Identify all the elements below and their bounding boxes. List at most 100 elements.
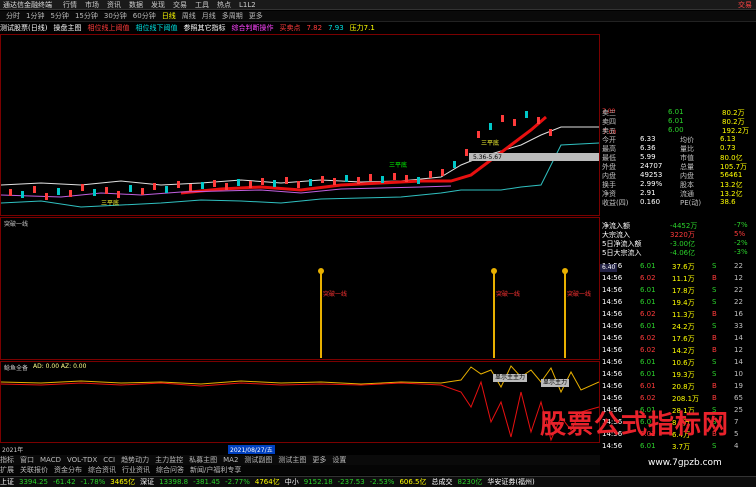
tick-volume: 11.3万 [672, 311, 695, 319]
menu-item[interactable]: 工具 [195, 0, 209, 10]
stat-value: 24707 [640, 162, 663, 170]
indicator-tab[interactable]: VOL-TDX [67, 456, 97, 464]
extension-tab[interactable]: 关联报价 [20, 465, 48, 475]
indicator-tab[interactable]: 测试副图 [244, 455, 272, 465]
tick-flag: B [712, 394, 717, 402]
main-chart[interactable]: 5.36-5.67 三平底 三平底 三平底 7.00 [0, 34, 616, 216]
indicator-tab[interactable]: 主力监控 [155, 455, 183, 465]
menu-item[interactable]: 数据 [129, 0, 143, 10]
candle [477, 131, 480, 138]
tick-count: 10 [734, 370, 743, 378]
tick-row: 14:566.0137.6万S22 [600, 262, 756, 271]
index-pct: -2.77% [225, 478, 250, 486]
period-tab[interactable]: 月线 [202, 11, 216, 21]
indicator-tab[interactable]: 更多 [312, 455, 326, 465]
menu-item[interactable]: 行情 [63, 0, 77, 10]
broker-name: 华安证券(福州) [487, 478, 535, 486]
indicator-tab[interactable]: MA2 [223, 456, 238, 464]
stat-value: 0.160 [640, 198, 661, 206]
period-tab[interactable]: 1分钟 [26, 11, 44, 21]
quote-panel: 卖三 6.01 80.2万 卖四 6.01 80.2万 卖五 6.00 192.2万 今开 6.33… [600, 108, 756, 218]
tick-row: 14:56 6.01 19.3万 S 10 [600, 370, 756, 379]
breakout-panel[interactable]: 突破一线 突破一线 突破一线 突破一线 [0, 217, 600, 360]
stat-value: 0.73 [720, 144, 736, 152]
indicator-name[interactable]: 操盘主图 [53, 23, 81, 33]
tick-count: 33 [734, 322, 743, 330]
candle [81, 184, 84, 191]
show-force-button[interactable]: 显示主力 [541, 379, 570, 387]
menu-item[interactable]: L1L2 [239, 1, 256, 9]
extension-tab[interactable]: 综合资讯 [88, 465, 116, 475]
date-axis: 2021年 2021/08/27/五 [0, 445, 600, 454]
period-tab[interactable]: 15分钟 [75, 11, 98, 21]
tick-row: 14:56 6.01 3.7万 S 4 [600, 442, 756, 451]
indicator-tab[interactable]: 趋势动力 [121, 455, 149, 465]
index-pct: -2.53% [369, 478, 395, 486]
quote-price: 6.01 [668, 117, 684, 125]
menu-item[interactable]: 资讯 [107, 0, 121, 10]
index-value: 8230亿 [457, 478, 483, 486]
tick-count: 4 [734, 442, 739, 450]
candle [21, 191, 24, 198]
panel-values: AD: 0.00 AZ: 0.00 [33, 363, 87, 370]
indicator-tab[interactable]: 设置 [332, 455, 346, 465]
period-tab[interactable]: 60分钟 [133, 11, 156, 21]
period-tab[interactable]: 更多 [249, 11, 263, 21]
stat-value: 5.99 [640, 153, 656, 161]
stat-value: 56461 [720, 171, 743, 179]
period-tab[interactable]: 日线 [162, 11, 176, 21]
tick-price: 6.01 [640, 370, 656, 378]
candle [357, 177, 360, 184]
tick-time: 14:56 [602, 274, 623, 282]
tick-time: 14:56 [602, 346, 623, 354]
panel-title: 鲶鱼全备 [4, 365, 29, 372]
indicator-tab[interactable]: 私募主图 [189, 455, 217, 465]
period-tab[interactable]: 5分钟 [50, 11, 68, 21]
trade-button[interactable]: 交易 [738, 0, 752, 10]
indicator-tab[interactable]: 测试主图 [278, 455, 306, 465]
index-name: 上证 [0, 478, 14, 486]
extension-tab[interactable]: 综合问答 [156, 465, 184, 475]
price-tag: 6.40 [600, 264, 618, 272]
signal-label: 突破一线 [567, 290, 591, 298]
tick-price: 6.01 [640, 322, 656, 330]
tick-count: 65 [734, 394, 743, 402]
index-name: 总成交 [431, 478, 453, 486]
menu-item[interactable]: 发现 [151, 0, 165, 10]
tick-row: 14:56 6.02 11.1万 B 12 [600, 274, 756, 283]
indicator-param: 相位线下阈值 [135, 24, 178, 32]
extension-tab[interactable]: 新闻/户福利专享 [190, 465, 241, 475]
tick-price: 6.02 [640, 274, 656, 282]
extension-tab[interactable]: 行业资讯 [122, 465, 150, 475]
tick-time: 14:56 [602, 310, 623, 318]
extension-tab[interactable]: 资金分布 [54, 465, 82, 475]
menu-item[interactable]: 市场 [85, 0, 99, 10]
tick-row: 14:56 6.01 17.8万 S 22 [600, 286, 756, 295]
tick-count: 22 [734, 286, 743, 294]
period-tab[interactable]: 30分钟 [104, 11, 127, 21]
period-tab[interactable]: 周线 [182, 11, 196, 21]
indicator-tab[interactable]: MACD [40, 456, 61, 464]
stat-key: PE(动) [680, 199, 702, 207]
tick-time: 14:56 [602, 442, 623, 450]
index-name: 深证 [140, 478, 155, 486]
flow-pct: -7% [734, 221, 748, 229]
tick-count: 5 [734, 430, 739, 438]
extension-tab[interactable]: 扩展 [0, 465, 14, 475]
menu-item[interactable]: 热点 [217, 0, 231, 10]
indicator-tab[interactable]: 指标 [0, 455, 14, 465]
indicator-tab[interactable]: 窗口 [20, 455, 34, 465]
period-tab[interactable]: 分时 [6, 11, 20, 21]
candle [141, 188, 144, 195]
tick-flag: B [712, 310, 717, 318]
menu-item[interactable]: 交易 [173, 0, 187, 10]
status-bar: 上证 3394.25 -61.42 -1.78% 3465亿 深证 13398.8 -381.… [0, 476, 756, 487]
candle [69, 190, 72, 197]
catfish-panel[interactable]: 鲶鱼全备 AD: 0.00 AZ: 0.00 显示主主力 显示主力 [0, 361, 600, 443]
candle [453, 161, 456, 168]
period-tab[interactable]: 多周期 [222, 11, 243, 21]
candle [369, 174, 372, 181]
indicator-tab[interactable]: CCI [103, 456, 115, 464]
tick-price: 6.02 [640, 334, 656, 342]
show-main-force-button[interactable]: 显示主主力 [493, 374, 528, 382]
